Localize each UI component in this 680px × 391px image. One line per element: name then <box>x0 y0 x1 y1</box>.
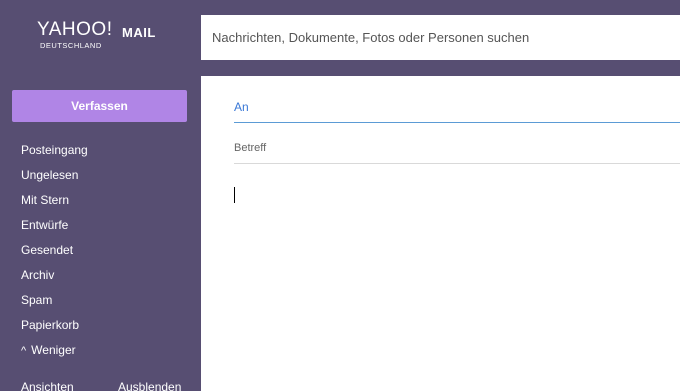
sidebar-item-label: Ungelesen <box>21 168 79 182</box>
sidebar-item-label: Posteingang <box>21 143 88 157</box>
views-link[interactable]: Ansichten <box>21 380 74 391</box>
sidebar-item-label: Spam <box>21 293 53 307</box>
sidebar-item-label: Archiv <box>21 268 55 282</box>
search-input[interactable] <box>201 15 680 60</box>
compose-button[interactable]: Verfassen <box>12 90 187 122</box>
sidebar-item-spam[interactable]: Spam <box>0 288 201 313</box>
subject-field[interactable]: Betreff <box>234 140 680 164</box>
sidebar: Verfassen Posteingang Ungelesen Mit Ster… <box>0 76 201 391</box>
logo-mail-text: MAIL <box>122 25 156 40</box>
hide-link[interactable]: Ausblenden <box>118 380 181 391</box>
sidebar-item-less[interactable]: ^ Weniger <box>0 338 201 363</box>
sidebar-item-label: Entwürfe <box>21 218 69 232</box>
sidebar-item-drafts[interactable]: Entwürfe <box>0 213 201 238</box>
to-field-label: An <box>234 100 249 114</box>
compose-panel: An Betreff <box>201 76 680 391</box>
chevron-up-icon: ^ <box>21 345 27 357</box>
sidebar-item-unread[interactable]: Ungelesen <box>0 163 201 188</box>
sidebar-item-starred[interactable]: Mit Stern <box>0 188 201 213</box>
message-body[interactable] <box>234 176 680 376</box>
sidebar-item-inbox[interactable]: Posteingang <box>0 138 201 163</box>
to-field[interactable]: An <box>234 99 680 123</box>
sidebar-item-sent[interactable]: Gesendet <box>0 238 201 263</box>
sidebar-item-label: Mit Stern <box>21 193 70 207</box>
subject-field-label: Betreff <box>234 142 267 154</box>
logo-yahoo-text: YAHOO! <box>37 19 113 40</box>
sidebar-item-label: Weniger <box>31 343 76 357</box>
sidebar-item-archive[interactable]: Archiv <box>0 263 201 288</box>
folder-list: Posteingang Ungelesen Mit Stern Entwürfe… <box>0 138 201 363</box>
sidebar-item-label: Papierkorb <box>21 318 80 332</box>
sidebar-item-label: Gesendet <box>21 243 74 257</box>
logo-region-text: DEUTSCHLAND <box>40 41 102 50</box>
yahoo-mail-logo[interactable]: YAHOO! MAIL DEUTSCHLAND <box>0 0 201 76</box>
search-box <box>201 15 680 60</box>
yahoo-mail-app: YAHOO! MAIL DEUTSCHLAND Verfassen Postei… <box>0 0 680 391</box>
text-cursor <box>234 187 235 203</box>
top-header: YAHOO! MAIL DEUTSCHLAND <box>0 0 680 76</box>
sidebar-item-trash[interactable]: Papierkorb <box>0 313 201 338</box>
